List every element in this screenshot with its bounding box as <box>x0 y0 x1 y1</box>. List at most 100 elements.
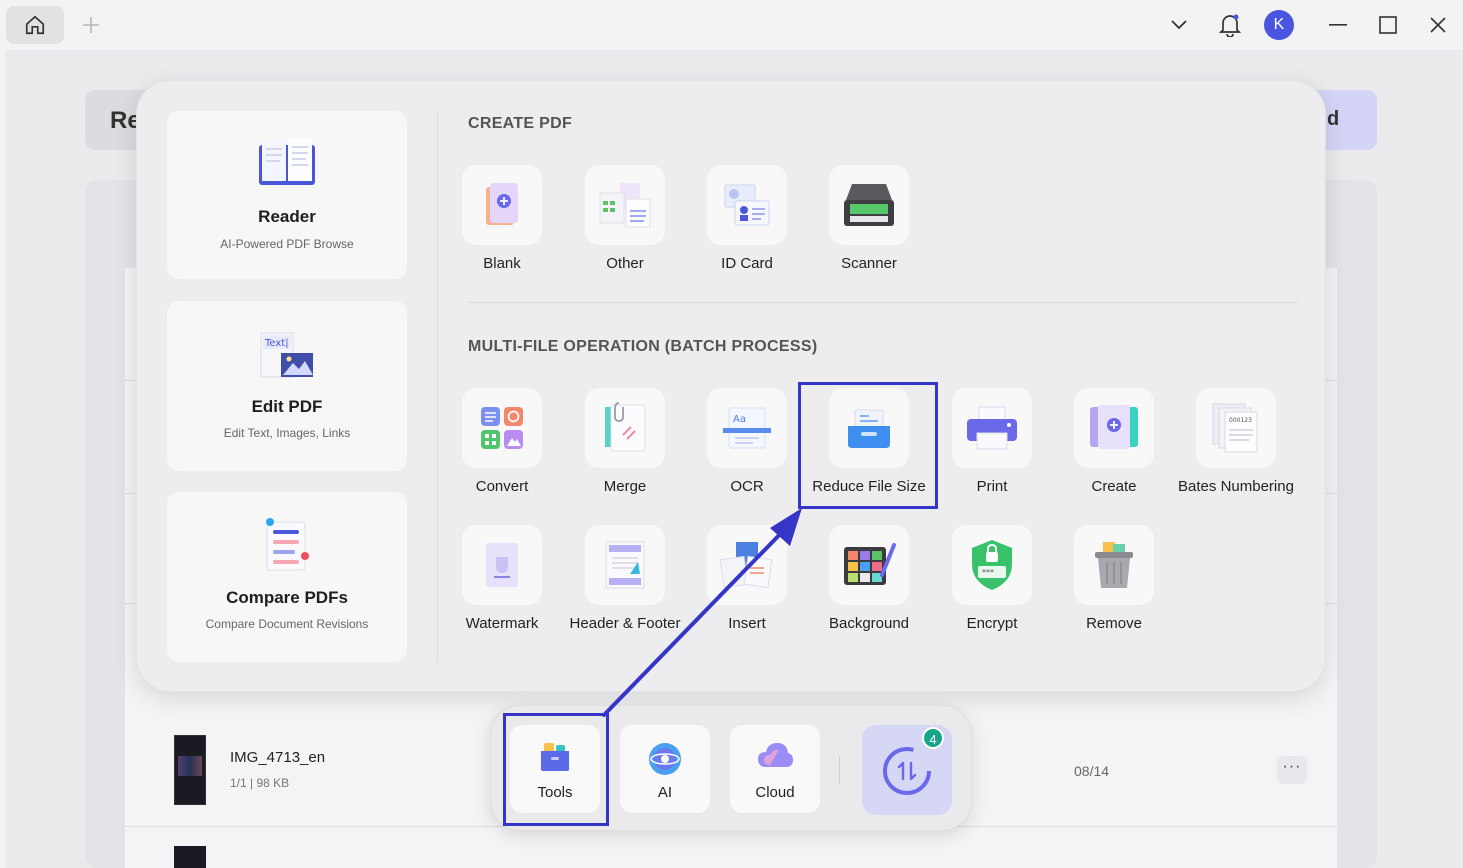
tool-background[interactable]: Background <box>807 525 931 635</box>
tool-tile <box>585 165 665 245</box>
reader-title: Reader <box>258 207 316 226</box>
create-icon <box>1090 405 1138 449</box>
tool-tile <box>462 165 542 245</box>
tool-watermark[interactable]: Watermark <box>440 525 564 635</box>
file-name: IMG_4713_en <box>230 749 326 766</box>
ai-assistant-icon <box>649 743 681 775</box>
bell-icon <box>1219 14 1241 37</box>
tool-create[interactable]: Create <box>1052 388 1176 498</box>
ocr-icon-text: Aa <box>733 414 746 425</box>
tool-tile <box>585 525 665 605</box>
compare-pdfs-subtitle: Compare Document Revisions <box>205 617 369 631</box>
minimize-button[interactable] <box>1323 10 1353 40</box>
compare-pdfs-title: Compare PDFs <box>226 588 348 607</box>
dock-cloud-button[interactable]: Cloud <box>730 725 820 813</box>
tool-label: Bates Numbering <box>1178 478 1294 495</box>
encrypt-icon: *** <box>972 540 1012 590</box>
tool-tile: Aa <box>707 388 787 468</box>
tool-label: Scanner <box>841 255 897 272</box>
edit-pdf-title: Edit PDF <box>251 397 323 416</box>
batch-heading: MULTI-FILE OPERATION (BATCH PROCESS) <box>468 338 818 355</box>
tool-tile <box>829 165 909 245</box>
id-card-icon <box>724 184 770 226</box>
insert-icon <box>720 542 773 589</box>
chevron-down-icon <box>1171 20 1187 30</box>
plus-icon <box>83 17 99 33</box>
tool-tile: *** <box>952 525 1032 605</box>
title-bar: K <box>0 0 1463 50</box>
ocr-icon: Aa <box>723 407 771 449</box>
tool-tile <box>1074 388 1154 468</box>
tool-merge[interactable]: Merge <box>563 388 687 498</box>
notifications-button[interactable] <box>1215 10 1245 40</box>
tools-popup: Reader AI-Powered PDF Browse Text| Edit … <box>136 80 1326 692</box>
close-button[interactable] <box>1423 10 1453 40</box>
batch-progress-icon <box>883 747 931 795</box>
file-thumbnail <box>174 846 206 868</box>
dock-cloud-label: Cloud <box>755 784 795 801</box>
tool-tile <box>585 388 665 468</box>
panel-divider <box>437 111 438 663</box>
maximize-button[interactable] <box>1373 10 1403 40</box>
home-icon <box>25 15 45 35</box>
reduce-file-size-highlight <box>798 382 938 509</box>
tool-tile <box>462 525 542 605</box>
bates-numbering-icon: 000123 <box>1212 403 1258 453</box>
scanner-icon <box>844 184 894 226</box>
file-meta: 1/1 | 98 KB <box>230 776 290 790</box>
dock-ai-label: AI <box>657 784 673 801</box>
tool-encrypt[interactable]: *** Encrypt <box>930 525 1054 635</box>
compare-document-icon <box>266 518 309 571</box>
merge-icon <box>605 402 646 452</box>
background-icon <box>844 543 896 585</box>
dock-ai-button[interactable]: AI <box>620 725 710 813</box>
tool-remove[interactable]: Remove <box>1052 525 1176 635</box>
edit-text-image-icon: Text| <box>260 332 313 378</box>
bates-icon-text: 000123 <box>1229 417 1252 424</box>
edit-pdf-card[interactable]: Text| Edit PDF Edit Text, Images, Links <box>167 301 407 471</box>
other-format-icon <box>599 183 651 228</box>
tool-tile <box>707 165 787 245</box>
tool-scanner[interactable]: Scanner <box>807 165 931 275</box>
watermark-icon <box>486 543 518 587</box>
tool-id-card[interactable]: ID Card <box>685 165 809 275</box>
tool-print[interactable]: Print <box>930 388 1054 498</box>
dropdown-button[interactable] <box>1164 10 1194 40</box>
close-icon <box>1430 17 1446 33</box>
blank-pdf-icon <box>486 183 518 225</box>
dock-separator <box>839 756 840 784</box>
tool-bates-numbering[interactable]: 000123 Bates Numbering <box>1174 388 1298 498</box>
user-avatar[interactable]: K <box>1264 10 1294 40</box>
reader-book-icon <box>259 138 315 185</box>
tool-ocr[interactable]: Aa OCR <box>685 388 809 498</box>
print-icon <box>967 406 1017 450</box>
file-date: 08/14 <box>1074 763 1110 779</box>
file-thumbnail <box>174 735 206 805</box>
reader-card[interactable]: Reader AI-Powered PDF Browse <box>167 111 407 279</box>
tool-other[interactable]: Other <box>563 165 687 275</box>
more-options-button[interactable]: ··· <box>1277 756 1307 784</box>
tool-tile: 000123 <box>1196 388 1276 468</box>
new-tab-button[interactable] <box>78 12 104 38</box>
tool-tile <box>1074 525 1154 605</box>
header-footer-icon <box>605 541 645 589</box>
cloud-icon <box>758 743 793 767</box>
tool-convert[interactable]: Convert <box>440 388 564 498</box>
minimize-icon <box>1329 24 1347 26</box>
convert-icon <box>481 407 523 449</box>
compare-pdfs-card[interactable]: Compare PDFs Compare Document Revisions <box>167 492 407 662</box>
tool-label: Remove <box>1086 615 1142 632</box>
tool-insert[interactable]: Insert <box>685 525 809 635</box>
tool-blank[interactable]: Blank <box>440 165 564 275</box>
tool-header-footer[interactable]: Header & Footer <box>563 525 687 635</box>
maximize-icon <box>1379 16 1397 34</box>
home-tab[interactable] <box>6 6 64 44</box>
tool-tile <box>952 388 1032 468</box>
edit-pdf-subtitle: Edit Text, Images, Links <box>223 426 351 440</box>
reader-subtitle: AI-Powered PDF Browse <box>220 237 354 251</box>
trash-icon <box>1095 542 1133 588</box>
background-button-text: d <box>1327 108 1340 130</box>
tool-tile <box>462 388 542 468</box>
encrypt-icon-text: *** <box>982 568 994 577</box>
edit-art-text: Text| <box>264 338 289 349</box>
